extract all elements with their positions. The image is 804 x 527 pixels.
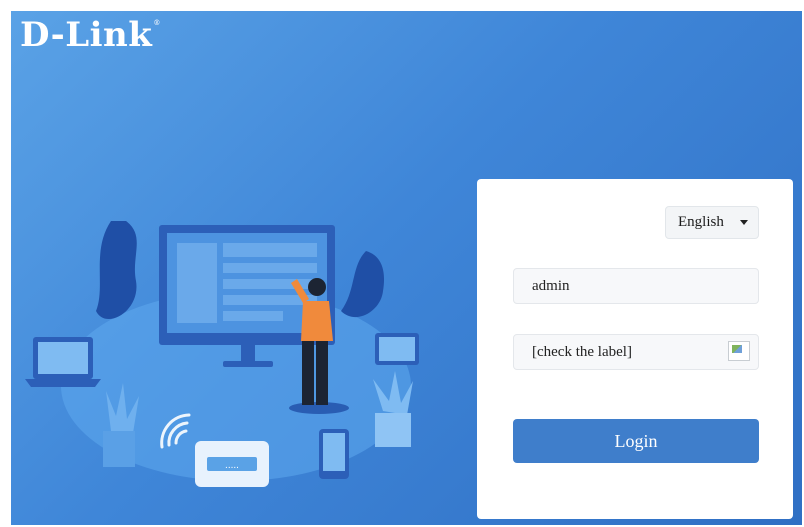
network-illustration: ..... — [25, 221, 419, 487]
chevron-down-icon — [740, 220, 748, 225]
username-value: admin — [532, 277, 570, 294]
phone-icon — [319, 429, 349, 479]
login-button[interactable]: Login — [513, 419, 759, 463]
username-field[interactable]: admin — [513, 268, 759, 304]
password-field[interactable]: [check the label] — [513, 334, 759, 370]
router-icon: ..... — [195, 441, 269, 487]
login-page-background: D-Link® ..... English admin [check the l… — [11, 11, 802, 525]
leaf-shape-left — [96, 221, 137, 320]
password-value: [check the label] — [532, 343, 632, 360]
tablet-icon — [375, 333, 419, 365]
broken-image-icon[interactable] — [728, 341, 750, 361]
leaf-shape-right — [341, 251, 385, 318]
router-display-dots: ..... — [225, 460, 239, 471]
laptop-icon — [25, 337, 101, 387]
language-select[interactable]: English — [665, 206, 759, 239]
login-button-label: Login — [614, 430, 658, 451]
login-card: English admin [check the label] Login — [477, 179, 793, 519]
language-selected-label: English — [678, 214, 724, 230]
